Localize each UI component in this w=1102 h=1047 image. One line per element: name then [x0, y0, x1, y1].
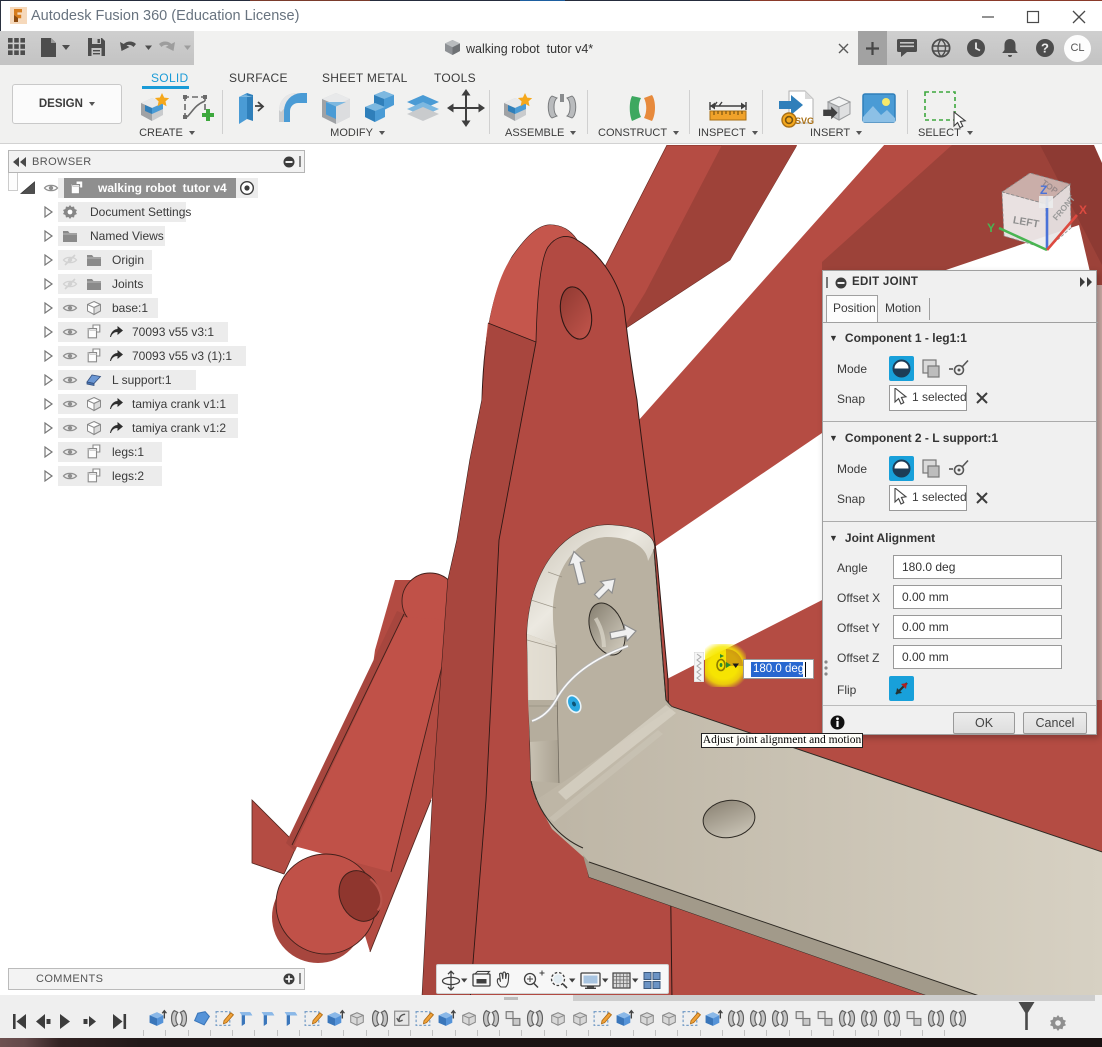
- svg-text:Z: Z: [1040, 183, 1047, 197]
- svg-text:?: ?: [1041, 41, 1049, 56]
- svg-text:Y: Y: [987, 221, 995, 235]
- svg-text:SVG: SVG: [795, 116, 814, 126]
- svg-text:X: X: [1079, 203, 1087, 217]
